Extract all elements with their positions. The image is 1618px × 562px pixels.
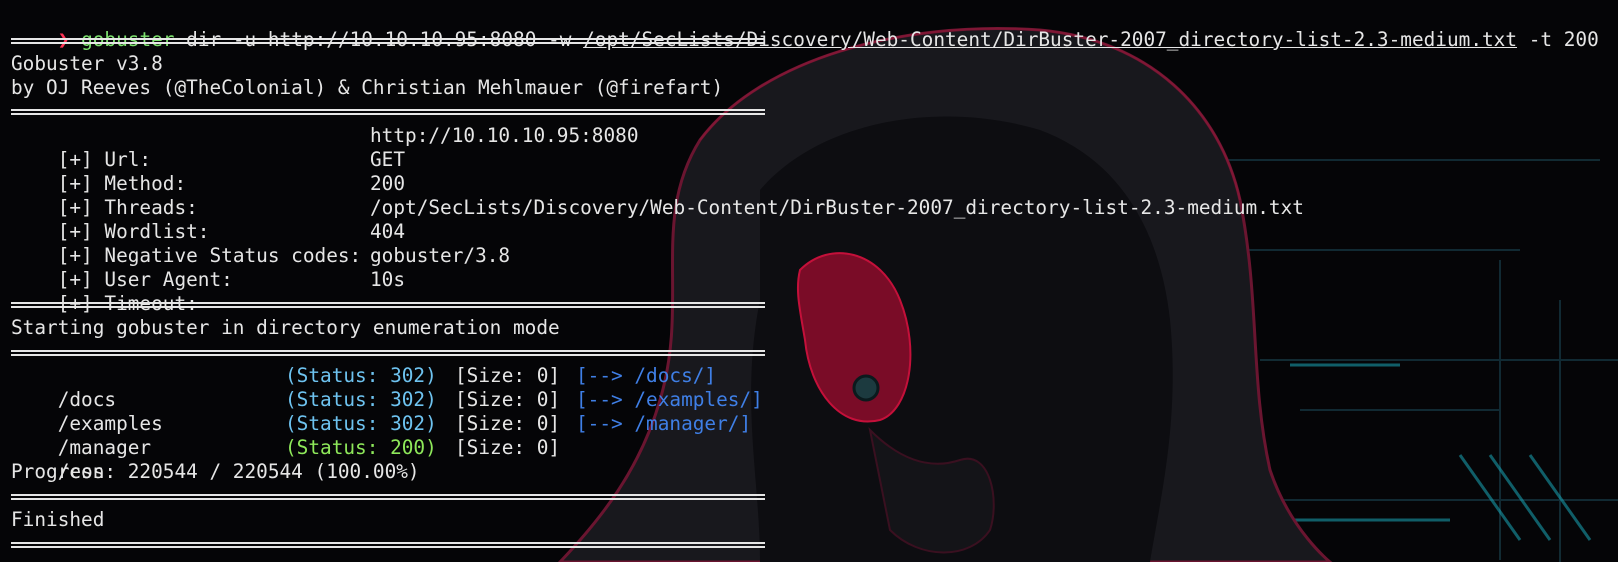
separator xyxy=(11,109,765,115)
config-method: [+] Method: GET xyxy=(11,148,405,195)
result-status: (Status: 302) xyxy=(285,412,437,435)
config-threads: [+] Threads: 200 xyxy=(11,172,405,219)
config-user-agent: [+] User Agent: gobuster/3.8 xyxy=(11,244,510,291)
command-args-tail: -t 200 xyxy=(1517,28,1599,51)
result-redirect[interactable]: [--> /examples/] xyxy=(576,388,763,412)
config-value: 10s xyxy=(370,268,406,291)
result-size: [Size: 0] xyxy=(455,364,561,387)
command-line: ❯ gobuster dir -u http://10.10.10.95:808… xyxy=(11,4,1599,51)
banner-authors: by OJ Reeves (@TheColonial) & Christian … xyxy=(11,76,724,99)
config-value: GET xyxy=(370,148,406,171)
result-row: /con (Status: 200) [Size: 0] xyxy=(11,436,560,483)
banner-version: Gobuster v3.8 xyxy=(11,52,163,75)
separator xyxy=(11,494,765,500)
result-redirect[interactable]: [--> /docs/] xyxy=(576,364,716,388)
result-redirect[interactable]: [--> /manager/] xyxy=(576,412,751,436)
separator xyxy=(11,302,765,308)
config-url: [+] Url: http://10.10.10.95:8080 xyxy=(11,124,639,171)
result-status: (Status: 302) xyxy=(285,388,437,411)
result-size: [Size: 0] xyxy=(455,388,561,411)
result-row: /manager (Status: 302) [Size: 0] [--> /mana… xyxy=(11,412,751,459)
result-size: [Size: 0] xyxy=(455,412,561,435)
config-negative-status: [+] Negative Status codes: 404 xyxy=(11,220,405,267)
result-status: (Status: 200) xyxy=(285,436,437,459)
separator xyxy=(11,350,765,356)
finished-line: Finished xyxy=(11,508,105,531)
config-value: /opt/SecLists/Discovery/Web-Content/DirB… xyxy=(370,196,1304,219)
config-value: gobuster/3.8 xyxy=(370,244,511,267)
terminal-output: ❯ gobuster dir -u http://10.10.10.95:808… xyxy=(0,0,1618,562)
config-wordlist: [+] Wordlist:/opt/SecLists/Discovery/Web… xyxy=(11,196,1304,243)
separator xyxy=(11,542,765,548)
separator xyxy=(11,38,765,44)
config-timeout: [+] Timeout: 10s xyxy=(11,268,405,315)
result-row: /docs (Status: 302) [Size: 0] [--> /docs/] xyxy=(11,364,716,411)
result-row: /examples (Status: 302) [Size: 0] [--> /exa… xyxy=(11,388,763,435)
config-value: 404 xyxy=(370,220,406,243)
result-status: (Status: 302) xyxy=(285,364,437,387)
config-value: 200 xyxy=(370,172,406,195)
progress-line: Progress: 220544 / 220544 (100.00%) xyxy=(11,460,420,483)
result-size: [Size: 0] xyxy=(455,436,561,459)
mode-line: Starting gobuster in directory enumerati… xyxy=(11,316,560,339)
config-value: http://10.10.10.95:8080 xyxy=(370,124,639,147)
